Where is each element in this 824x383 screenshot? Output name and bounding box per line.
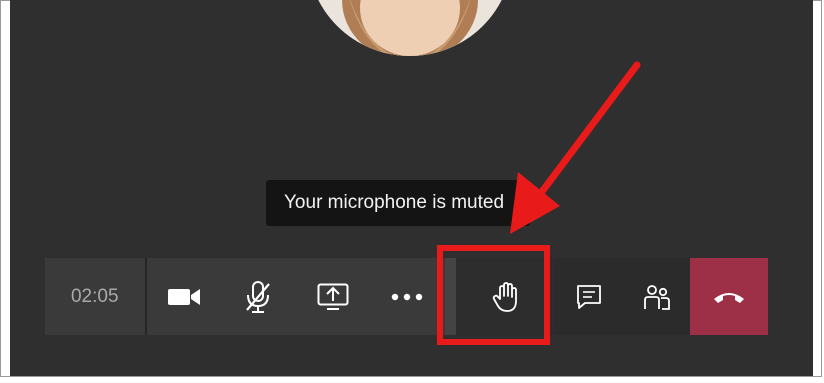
share-screen-icon	[317, 283, 349, 310]
leave-call-button[interactable]	[690, 258, 769, 335]
call-toolbar: 02:05	[45, 258, 769, 335]
more-actions-icon	[392, 293, 423, 300]
raise-hand-icon	[492, 281, 517, 312]
share-button[interactable]	[296, 258, 371, 335]
camera-button[interactable]	[147, 258, 222, 335]
call-timer: 02:05	[45, 258, 147, 335]
tooltip-text: Your microphone is muted	[284, 192, 505, 213]
raise-hand-button[interactable]	[456, 258, 555, 335]
microphone-muted-icon	[246, 280, 271, 313]
participants-icon	[643, 284, 670, 310]
media-controls	[146, 258, 445, 335]
participant-avatar	[307, 0, 513, 56]
mute-tooltip: Your microphone is muted	[266, 180, 530, 226]
toolbar-separator	[444, 258, 457, 335]
chat-button[interactable]	[555, 258, 623, 335]
microphone-button[interactable]	[221, 258, 296, 335]
hang-up-icon	[714, 292, 745, 303]
more-button[interactable]	[370, 258, 445, 335]
meeting-stage: Your microphone is muted 02:05	[10, 0, 813, 376]
participants-button[interactable]	[622, 258, 691, 335]
chat-icon	[576, 284, 601, 309]
video-camera-icon	[167, 288, 200, 305]
